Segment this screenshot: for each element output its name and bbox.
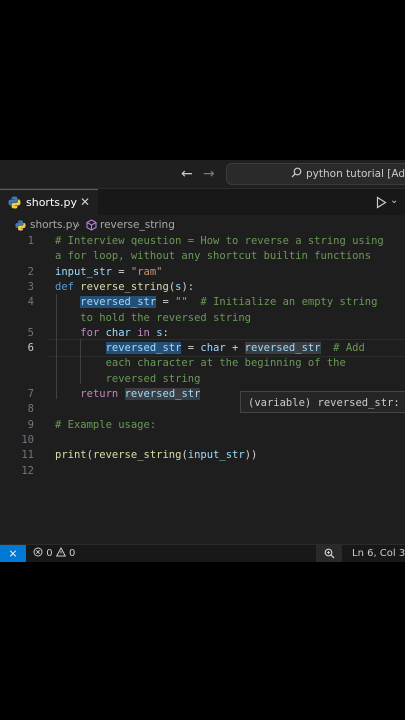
breadcrumb-separator: › bbox=[76, 219, 81, 231]
line-number: 10 bbox=[21, 433, 34, 446]
code-token: reversed string bbox=[105, 372, 201, 385]
line-number: 3 bbox=[27, 280, 34, 293]
code-token: : bbox=[162, 326, 169, 339]
code-line[interactable]: reversed string bbox=[55, 372, 201, 387]
breadcrumb: shorts.py › reverse_string bbox=[0, 216, 405, 234]
symbol-method-icon bbox=[86, 219, 97, 231]
hover-tooltip: (variable) reversed_str: A bbox=[240, 391, 405, 413]
line-number: 6 bbox=[27, 342, 34, 355]
breadcrumb-file[interactable]: shorts.py bbox=[30, 216, 79, 234]
back-button[interactable]: ← bbox=[181, 165, 193, 183]
line-number: 12 bbox=[21, 464, 34, 477]
code-token: # Initialize an empty string bbox=[187, 296, 378, 309]
problems-indicator[interactable]: 0 0 bbox=[33, 545, 75, 562]
line-number: 4 bbox=[27, 296, 34, 309]
line-number: 2 bbox=[27, 265, 34, 278]
error-count: 0 bbox=[46, 548, 53, 559]
python-file-icon bbox=[15, 220, 26, 231]
code-token: )) bbox=[244, 449, 258, 462]
chevron-down-icon[interactable]: ⌄ bbox=[390, 195, 398, 206]
search-icon bbox=[291, 167, 302, 178]
code-token: each character at the beginning of the bbox=[105, 357, 346, 370]
code-line[interactable]: def reverse_string(s): bbox=[55, 280, 194, 295]
close-icon[interactable]: ✕ bbox=[80, 190, 90, 215]
code-token: = bbox=[156, 296, 176, 309]
title-bar: ← → python tutorial [Administr bbox=[0, 160, 405, 189]
code-token: = bbox=[111, 265, 131, 278]
code-token: reverse_string bbox=[92, 449, 182, 462]
warning-count: 0 bbox=[68, 548, 76, 559]
line-number: 8 bbox=[27, 403, 34, 416]
code-token: a for loop, without any shortcut builtin… bbox=[55, 250, 372, 263]
code-token: for bbox=[80, 326, 106, 339]
code-line[interactable]: input_str = "ram" bbox=[55, 265, 162, 280]
code-token: ): bbox=[181, 280, 195, 293]
code-line[interactable]: to hold the reversed string bbox=[55, 311, 251, 326]
code-token: # Interview qeustion = How to reverse a … bbox=[55, 235, 384, 247]
zoom-button[interactable] bbox=[316, 545, 342, 562]
forward-button[interactable]: → bbox=[203, 165, 215, 183]
tab-bar: shorts.py ✕ ⌄ bbox=[0, 189, 405, 216]
code-line[interactable]: each character at the beginning of the bbox=[55, 356, 346, 371]
command-center-label: python tutorial [Administr bbox=[306, 168, 405, 180]
code-line[interactable]: # Example usage: bbox=[55, 418, 156, 433]
cursor-position[interactable]: Ln 6, Col 36 bbox=[352, 545, 405, 562]
code-line[interactable]: a for loop, without any shortcut builtin… bbox=[55, 249, 371, 264]
code-token: input_str bbox=[187, 449, 245, 462]
code-line[interactable]: reversed_str = "" # Initialize an empty … bbox=[55, 295, 377, 310]
line-number: 1 bbox=[27, 235, 34, 247]
python-file-icon bbox=[8, 196, 21, 209]
line-number: 9 bbox=[27, 418, 34, 431]
code-token: in bbox=[130, 326, 157, 339]
code-token: print bbox=[55, 449, 87, 462]
code-line[interactable]: # Interview qeustion = How to reverse a … bbox=[55, 234, 384, 249]
code-line[interactable]: print(reverse_string(input_str)) bbox=[55, 448, 257, 463]
status-bar: ⨯ 0 0 Ln 6, Col 36 bbox=[0, 544, 405, 562]
code-token: char bbox=[105, 326, 131, 339]
run-icon[interactable] bbox=[376, 196, 387, 209]
code-token: reverse_string bbox=[80, 280, 169, 293]
code-line[interactable]: for char in s: bbox=[55, 326, 169, 341]
remote-icon: ⨯ bbox=[8, 547, 18, 560]
code-token: # Example usage: bbox=[55, 418, 157, 431]
code-token: # Add bbox=[320, 342, 365, 355]
code-line[interactable]: return reversed_str bbox=[55, 387, 201, 402]
line-number: 5 bbox=[27, 326, 34, 339]
breadcrumb-symbol[interactable]: reverse_string bbox=[100, 216, 175, 234]
line-number: 11 bbox=[21, 449, 34, 462]
code-token: to hold the reversed string bbox=[80, 311, 251, 324]
remote-indicator-button[interactable]: ⨯ bbox=[0, 545, 26, 562]
code-token: = bbox=[181, 342, 201, 355]
error-icon bbox=[33, 547, 43, 557]
code-token: char bbox=[200, 342, 226, 355]
code-token: reversed_str bbox=[244, 342, 321, 355]
command-center-search[interactable]: python tutorial [Administr bbox=[226, 163, 405, 185]
code-token: reversed_str bbox=[124, 388, 201, 400]
line-number: 7 bbox=[27, 388, 34, 400]
code-token: return bbox=[80, 388, 125, 400]
code-token: reversed_str bbox=[80, 296, 157, 309]
code-token: + bbox=[225, 342, 245, 355]
code-token: reversed_str bbox=[105, 342, 182, 355]
code-token: input_str bbox=[55, 265, 112, 278]
warning-icon bbox=[55, 546, 66, 557]
code-token: "" bbox=[175, 296, 188, 309]
code-editor[interactable]: 1 2 3 4 5 6 7 8 9 10 11 12 # Interview qeustion = H… bbox=[0, 234, 405, 544]
vscode-window: ← → python tutorial [Administr shorts.py… bbox=[0, 160, 405, 562]
tab-label: shorts.py bbox=[26, 196, 77, 209]
zoom-icon bbox=[324, 548, 334, 559]
tab-shorts-py[interactable]: shorts.py ✕ bbox=[0, 189, 98, 216]
code-token: "ram" bbox=[130, 265, 163, 278]
code-line[interactable]: reversed_str = char + reversed_str # Add bbox=[55, 341, 365, 356]
code-token: def bbox=[55, 280, 81, 293]
